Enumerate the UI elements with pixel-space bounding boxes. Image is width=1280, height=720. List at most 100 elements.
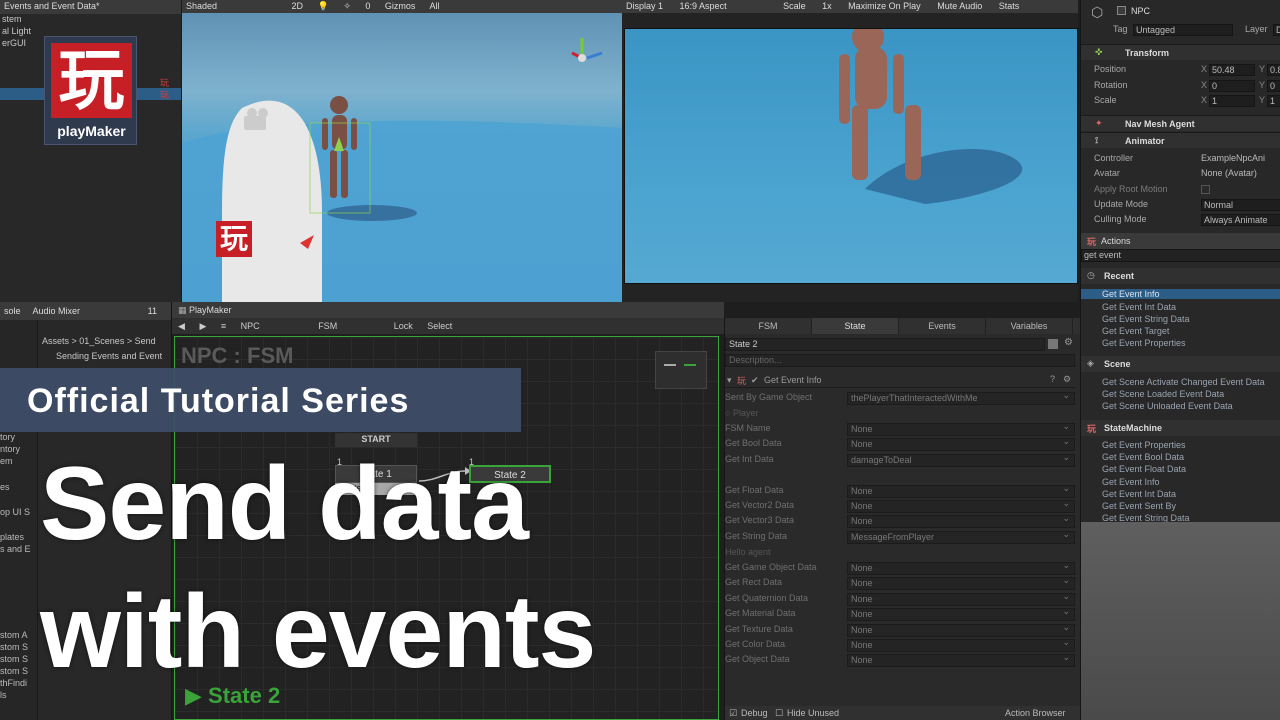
- folder-item[interactable]: plates: [0, 532, 24, 542]
- debug-checkbox[interactable]: ☑: [729, 708, 737, 719]
- action-item[interactable]: Get Event Sent By: [1102, 501, 1176, 511]
- tag-dropdown[interactable]: Untagged: [1133, 24, 1233, 36]
- breadcrumb-item[interactable]: 01_Scenes: [79, 336, 124, 346]
- param-row[interactable]: Get Int Data damageToDeal: [725, 452, 1075, 469]
- scene-category[interactable]: ◈ Scene: [1081, 356, 1280, 372]
- action-search-input[interactable]: get event: [1084, 250, 1121, 260]
- folder-item[interactable]: es: [0, 482, 10, 492]
- action-item[interactable]: Get Event Float Data: [1102, 464, 1186, 474]
- action-item[interactable]: Get Event Bool Data: [1102, 452, 1184, 462]
- lock-toggle[interactable]: Lock: [394, 321, 413, 331]
- scene-view[interactable]: Shaded 2D 💡 ✧ 0 Gizmos All 玩: [182, 0, 622, 302]
- gizmos-dropdown[interactable]: Gizmos: [385, 1, 416, 11]
- search-all-input[interactable]: All: [429, 1, 439, 11]
- action-item[interactable]: Get Event Info: [1102, 477, 1160, 487]
- folder-item[interactable]: stom S: [0, 654, 28, 664]
- effects-icon[interactable]: ✧: [343, 1, 351, 11]
- update-mode-dropdown[interactable]: Normal: [1201, 199, 1280, 211]
- scale-y-field[interactable]: 1: [1267, 95, 1280, 107]
- tab-state[interactable]: State: [812, 318, 899, 334]
- folder-item[interactable]: ls: [0, 690, 7, 700]
- tab-variables[interactable]: Variables: [986, 318, 1073, 334]
- fsm-dropdown[interactable]: FSM: [318, 321, 337, 331]
- animator-header[interactable]: ⟟ Animator: [1081, 132, 1280, 148]
- hierarchy-item[interactable]: stem: [0, 14, 181, 26]
- folder-item[interactable]: op UI S: [0, 507, 30, 517]
- param-row[interactable]: Sent By Game Object thePlayerThatInteract…: [725, 390, 1075, 407]
- actions-tab[interactable]: 玩 Actions: [1081, 233, 1280, 249]
- 2d-toggle[interactable]: 2D: [292, 1, 304, 11]
- folder-item[interactable]: stom S: [0, 642, 28, 652]
- controller-field[interactable]: ExampleNpcAni: [1201, 153, 1265, 163]
- param-row[interactable]: Get Vector3 Data None: [725, 513, 1075, 530]
- folder-item[interactable]: stom A: [0, 630, 28, 640]
- maximize-on-play-toggle[interactable]: Maximize On Play: [848, 1, 921, 11]
- layer-dropdown[interactable]: D: [1273, 24, 1280, 36]
- action-header[interactable]: ▾ 玩 ✔ Get Event Info ? ⚙: [725, 372, 1075, 388]
- action-item[interactable]: Get Event String Data: [1102, 314, 1190, 324]
- param-row[interactable]: Get String Data MessageFromPlayer: [725, 529, 1075, 546]
- action-item[interactable]: Get Scene Activate Changed Event Data: [1102, 377, 1265, 387]
- select-button[interactable]: Select: [427, 321, 452, 331]
- folder-item[interactable]: s and E: [0, 544, 31, 554]
- hierarchy-scene-header[interactable]: Events and Event Data*: [0, 0, 181, 14]
- folder-item[interactable]: stom S: [0, 666, 28, 676]
- param-row[interactable]: Get Game Object Data None: [725, 560, 1075, 577]
- object-name-field[interactable]: NPC: [1131, 6, 1150, 16]
- breadcrumb-item[interactable]: Send: [135, 336, 156, 346]
- minimap[interactable]: [655, 351, 707, 389]
- folder-item[interactable]: ntory: [0, 444, 20, 454]
- game-view[interactable]: Display 1 16:9 Aspect Scale 1x Maximize …: [622, 0, 1078, 302]
- light-icon[interactable]: 💡: [318, 1, 329, 11]
- display-dropdown[interactable]: Display 1: [626, 1, 663, 11]
- culling-mode-dropdown[interactable]: Always Animate: [1201, 214, 1280, 226]
- hide-unused-checkbox[interactable]: ☐: [775, 708, 783, 719]
- nav-mesh-agent-header[interactable]: ✦ Nav Mesh Agent: [1081, 115, 1280, 131]
- action-item[interactable]: Get Event Properties: [1102, 440, 1186, 450]
- position-y-field[interactable]: 0.8: [1267, 64, 1280, 76]
- param-row[interactable]: Get Object Data None: [725, 652, 1075, 669]
- audio-mixer-tab[interactable]: Audio Mixer: [33, 306, 81, 316]
- scene-file[interactable]: Sending Events and Event: [56, 351, 162, 361]
- param-row[interactable]: Get Texture Data None: [725, 622, 1075, 639]
- transform-header[interactable]: ✜ Transform: [1081, 44, 1280, 60]
- scale-x-field[interactable]: 1: [1209, 95, 1255, 107]
- param-row[interactable]: Get Color Data None: [725, 637, 1075, 654]
- avatar-field[interactable]: None (Avatar): [1201, 168, 1257, 178]
- statemachine-category[interactable]: 玩 StateMachine: [1081, 420, 1280, 436]
- action-item[interactable]: Get Event Properties: [1102, 338, 1186, 348]
- recent-category[interactable]: ◷ Recent: [1081, 268, 1280, 284]
- action-item[interactable]: Get Scene Loaded Event Data: [1102, 389, 1224, 399]
- help-icon[interactable]: ?: [1050, 374, 1055, 384]
- action-item[interactable]: Get Event Target: [1102, 326, 1169, 336]
- breadcrumb-item[interactable]: Assets: [42, 336, 69, 346]
- action-item[interactable]: Get Scene Unloaded Event Data: [1102, 401, 1233, 411]
- folder-item[interactable]: thFindi: [0, 678, 27, 688]
- param-row[interactable]: FSM Name None: [725, 421, 1075, 438]
- state-color-swatch[interactable]: [1048, 339, 1058, 349]
- apply-root-motion-checkbox[interactable]: [1201, 185, 1210, 194]
- param-row[interactable]: Get Quaternion Data None: [725, 591, 1075, 608]
- description-field[interactable]: Description...: [725, 354, 1075, 367]
- gear-icon[interactable]: ⚙: [1063, 374, 1071, 385]
- param-row[interactable]: Get Material Data None: [725, 606, 1075, 623]
- action-item[interactable]: Get Event Int Data: [1102, 302, 1176, 312]
- action-browser-button[interactable]: Action Browser: [1005, 708, 1066, 718]
- gear-icon[interactable]: ⚙: [1064, 337, 1073, 348]
- folder-item[interactable]: em: [0, 456, 13, 466]
- shading-mode-dropdown[interactable]: Shaded: [186, 1, 217, 11]
- action-item-selected[interactable]: Get Event Info: [1081, 289, 1280, 299]
- active-checkbox[interactable]: [1117, 6, 1126, 15]
- tab-events[interactable]: Events: [899, 318, 986, 334]
- aspect-dropdown[interactable]: 16:9 Aspect: [680, 1, 727, 11]
- console-tab[interactable]: sole: [4, 306, 21, 316]
- gameobject-dropdown[interactable]: NPC: [241, 321, 260, 331]
- param-row[interactable]: Get Bool Data None: [725, 436, 1075, 453]
- menu-icon[interactable]: ≡: [221, 321, 226, 331]
- param-row[interactable]: Get Rect Data None: [725, 575, 1075, 592]
- playmaker-tab[interactable]: ▦ PlayMaker: [172, 302, 724, 318]
- state-name-field[interactable]: State 2: [725, 338, 1045, 351]
- mute-audio-toggle[interactable]: Mute Audio: [937, 1, 982, 11]
- rotation-x-field[interactable]: 0: [1209, 80, 1255, 92]
- scale-value[interactable]: 1x: [822, 1, 832, 11]
